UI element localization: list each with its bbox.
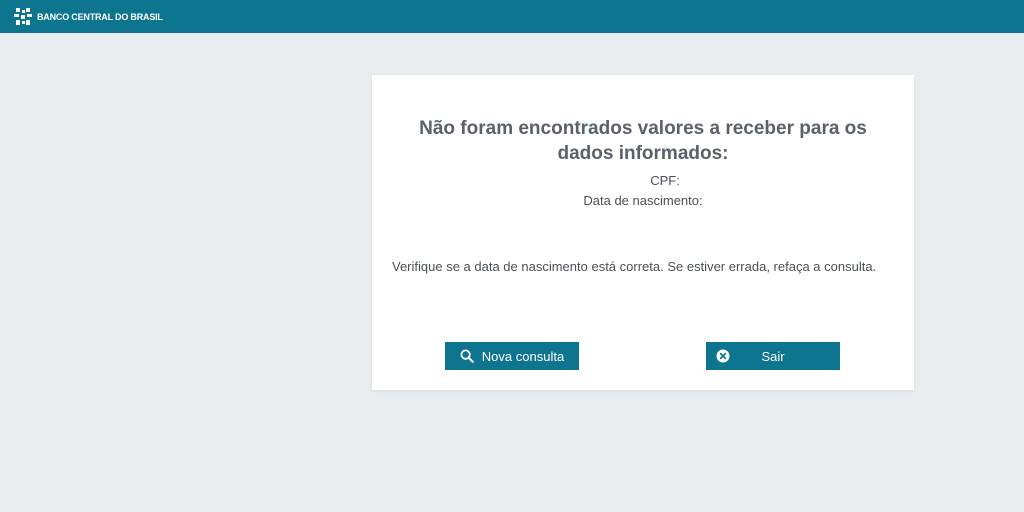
search-icon bbox=[460, 349, 474, 363]
exit-button[interactable]: Sair bbox=[706, 342, 840, 370]
bcb-logo-icon bbox=[14, 7, 32, 25]
new-query-label: Nova consulta bbox=[481, 348, 565, 364]
exit-label: Sair bbox=[761, 348, 785, 364]
result-card: Não foram encontrados valores a receber … bbox=[372, 75, 914, 390]
result-title: Não foram encontrados valores a receber … bbox=[419, 118, 867, 164]
brand-logo-link[interactable]: BANCO CENTRAL DO BRASIL bbox=[13, 7, 163, 27]
help-message: Verifique se a data de nascimento está c… bbox=[392, 259, 877, 274]
cpf-label: CPF: bbox=[650, 173, 680, 188]
top-bar: BANCO CENTRAL DO BRASIL bbox=[0, 0, 1024, 33]
birth-date-label: Data de nascimento: bbox=[583, 193, 703, 208]
new-query-button[interactable]: Nova consulta bbox=[445, 342, 579, 370]
brand-name: BANCO CENTRAL DO BRASIL bbox=[37, 11, 163, 22]
